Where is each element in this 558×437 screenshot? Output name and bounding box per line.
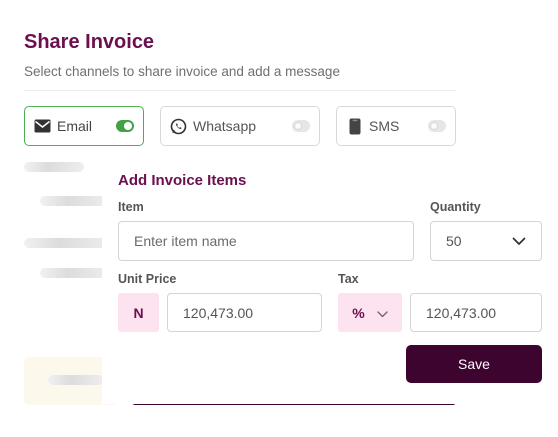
sms-toggle[interactable]: [428, 120, 446, 132]
channel-sms[interactable]: SMS: [336, 106, 456, 146]
unit-price-value: 120,473.00: [183, 304, 254, 321]
whatsapp-toggle[interactable]: [292, 120, 310, 132]
item-label: Item: [118, 200, 144, 214]
email-toggle[interactable]: [116, 120, 134, 132]
tax-value: 120,473.00: [426, 304, 497, 321]
quantity-value: 50: [446, 233, 462, 249]
tax-label: Tax: [338, 272, 359, 286]
channel-sms-label: SMS: [369, 118, 400, 134]
whatsapp-icon: [170, 118, 187, 135]
chevron-down-icon: [377, 305, 388, 321]
chevron-down-icon: [512, 233, 526, 249]
phone-icon: [346, 118, 363, 135]
share-invoice-title: Share Invoice: [24, 31, 155, 53]
channel-email-label: Email: [57, 118, 93, 134]
skeleton-line: [24, 162, 84, 172]
save-button[interactable]: Save: [406, 345, 542, 383]
channel-whatsapp-label: Whatsapp: [193, 118, 257, 134]
divider: [24, 90, 456, 91]
tax-value-input[interactable]: 120,473.00: [410, 293, 542, 332]
item-name-placeholder: Enter item name: [134, 233, 237, 249]
quantity-label: Quantity: [430, 200, 481, 214]
item-name-input[interactable]: Enter item name: [118, 221, 414, 261]
quantity-select[interactable]: 50: [430, 221, 542, 261]
add-items-title: Add Invoice Items: [118, 172, 247, 189]
tax-type-value: %: [352, 304, 365, 321]
skeleton-line: [40, 196, 110, 206]
share-invoice-subtitle: Select channels to share invoice and add…: [24, 64, 340, 79]
skeleton-line: [40, 268, 110, 278]
tax-type-select[interactable]: %: [338, 293, 402, 332]
skeleton-line: [24, 238, 112, 248]
unit-price-label: Unit Price: [118, 272, 177, 286]
currency-badge: N: [118, 293, 159, 332]
mail-icon: [34, 118, 51, 135]
channel-whatsapp[interactable]: Whatsapp: [160, 106, 320, 146]
channel-email[interactable]: Email: [24, 106, 144, 146]
skeleton-line: [48, 375, 104, 385]
unit-price-input[interactable]: 120,473.00: [167, 293, 322, 332]
